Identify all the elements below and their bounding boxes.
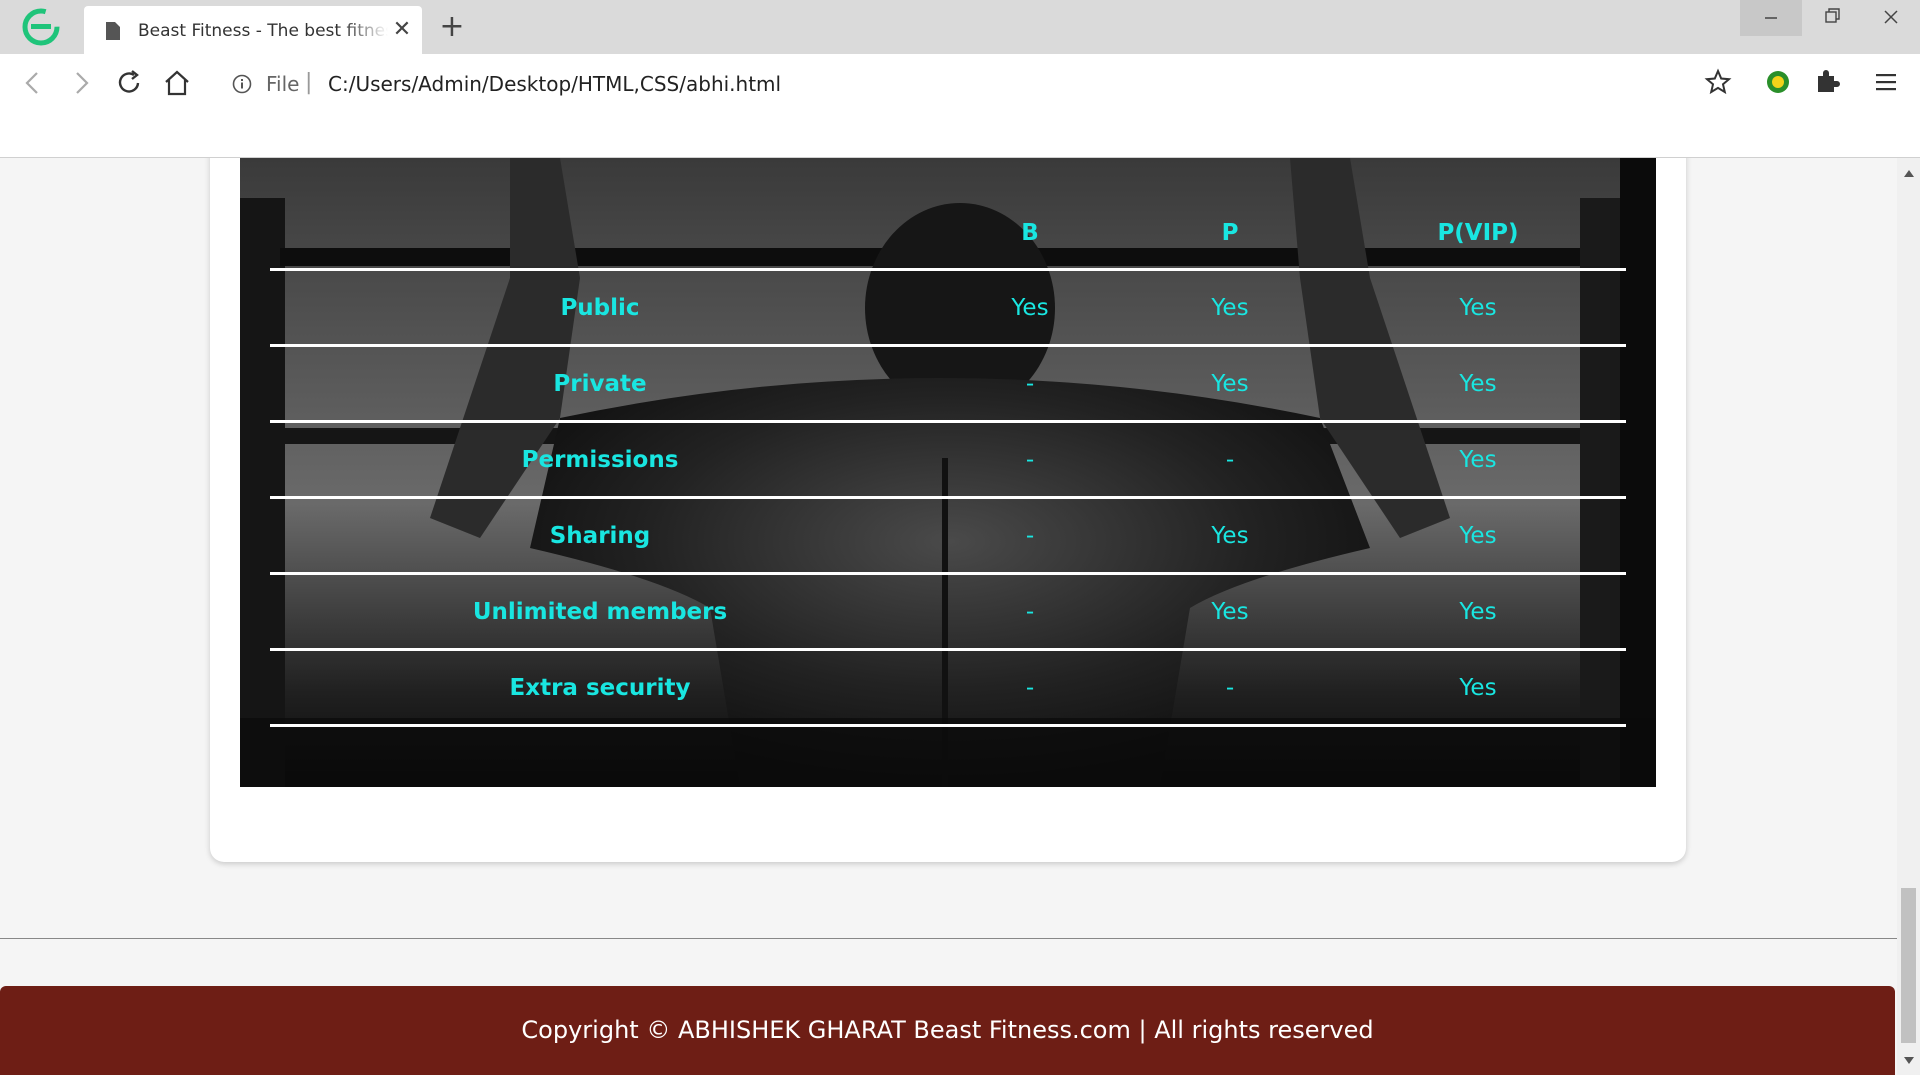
table-row: Public Yes Yes Yes xyxy=(270,269,1626,347)
new-tab-button[interactable]: + xyxy=(438,12,466,42)
address-bar[interactable]: File | C:/Users/Admin/Desktop/HTML,CSS/a… xyxy=(210,60,1712,106)
browser-tab[interactable]: Beast Fitness - The best fitness ✕ xyxy=(84,6,422,54)
vip-cell: Yes xyxy=(1330,573,1626,651)
basic-cell: Yes xyxy=(930,269,1130,347)
window-restore-button[interactable] xyxy=(1802,0,1864,36)
premium-cell: Yes xyxy=(1130,269,1330,347)
vip-cell: Yes xyxy=(1330,269,1626,347)
browser-toolbar: File | C:/Users/Admin/Desktop/HTML,CSS/a… xyxy=(0,54,1920,112)
scroll-up-arrow-icon[interactable] xyxy=(1903,168,1915,178)
footer-copyright-text: Copyright © ABHISHEK GHARAT Beast Fitnes… xyxy=(521,1016,1374,1044)
basic-cell: - xyxy=(930,497,1130,575)
close-icon xyxy=(1884,10,1898,24)
extension-icon[interactable] xyxy=(1766,70,1790,94)
feature-cell: Permissions xyxy=(270,421,930,499)
vip-cell: Yes xyxy=(1330,649,1626,727)
basic-cell: - xyxy=(930,345,1130,423)
vip-cell: Yes xyxy=(1330,345,1626,423)
hero-gym-image: B P P(VIP) Public Yes Yes Yes Private - … xyxy=(240,158,1656,787)
bookmark-star-icon[interactable] xyxy=(1704,68,1732,96)
page-viewport: B P P(VIP) Public Yes Yes Yes Private - … xyxy=(0,158,1897,1075)
premium-cell: - xyxy=(1130,421,1330,499)
browser-tab-strip: Beast Fitness - The best fitness ✕ + xyxy=(0,0,1920,54)
table-row: Permissions - - Yes xyxy=(270,421,1626,499)
premium-cell: - xyxy=(1130,649,1330,727)
document-icon xyxy=(106,22,120,40)
bookmarks-bar xyxy=(0,112,1920,158)
table-header-row: B P P(VIP) xyxy=(270,198,1626,271)
header-cell-feature xyxy=(270,198,930,271)
table-row: Unlimited members - Yes Yes xyxy=(270,573,1626,651)
premium-cell: Yes xyxy=(1130,573,1330,651)
table-row: Extra security - - Yes xyxy=(270,649,1626,727)
table-row: Private - Yes Yes xyxy=(270,345,1626,423)
page-scrollbar[interactable] xyxy=(1897,158,1920,1075)
window-minimize-button[interactable] xyxy=(1740,0,1802,36)
basic-cell: - xyxy=(930,573,1130,651)
extensions-puzzle-icon[interactable] xyxy=(1814,68,1840,94)
scrollbar-thumb[interactable] xyxy=(1901,888,1916,1043)
basic-cell: - xyxy=(930,421,1130,499)
reload-icon[interactable] xyxy=(114,68,144,98)
url-scheme-label: File xyxy=(266,72,300,96)
forward-arrow-icon[interactable] xyxy=(66,68,96,98)
header-cell-basic: B xyxy=(930,198,1130,271)
basic-cell: - xyxy=(930,649,1130,727)
horizontal-divider xyxy=(0,938,1897,939)
tab-close-icon[interactable]: ✕ xyxy=(390,18,414,42)
menu-icon[interactable] xyxy=(1874,70,1898,94)
minimize-icon xyxy=(1765,17,1777,19)
feature-cell: Extra security xyxy=(270,649,930,727)
plans-comparison-table: B P P(VIP) Public Yes Yes Yes Private - … xyxy=(270,198,1626,727)
feature-cell: Sharing xyxy=(270,497,930,575)
premium-cell: Yes xyxy=(1130,345,1330,423)
url-text[interactable]: C:/Users/Admin/Desktop/HTML,CSS/abhi.htm… xyxy=(328,72,781,96)
header-cell-premium: P xyxy=(1130,198,1330,271)
restore-icon xyxy=(1825,8,1840,23)
table-row: Sharing - Yes Yes xyxy=(270,497,1626,575)
tab-title: Beast Fitness - The best fitness xyxy=(138,21,388,41)
browser-logo-icon[interactable] xyxy=(22,8,60,46)
feature-cell: Public xyxy=(270,269,930,347)
feature-cell: Unlimited members xyxy=(270,573,930,651)
home-icon[interactable] xyxy=(162,68,192,98)
vip-cell: Yes xyxy=(1330,497,1626,575)
header-cell-vip: P(VIP) xyxy=(1330,198,1626,271)
vip-cell: Yes xyxy=(1330,421,1626,499)
back-arrow-icon[interactable] xyxy=(18,68,48,98)
scroll-down-arrow-icon[interactable] xyxy=(1903,1056,1915,1066)
page-footer: Copyright © ABHISHEK GHARAT Beast Fitnes… xyxy=(0,986,1895,1075)
premium-cell: Yes xyxy=(1130,497,1330,575)
url-separator: | xyxy=(305,70,313,95)
window-close-button[interactable] xyxy=(1860,0,1920,36)
feature-cell: Private xyxy=(270,345,930,423)
info-icon[interactable] xyxy=(232,74,252,94)
